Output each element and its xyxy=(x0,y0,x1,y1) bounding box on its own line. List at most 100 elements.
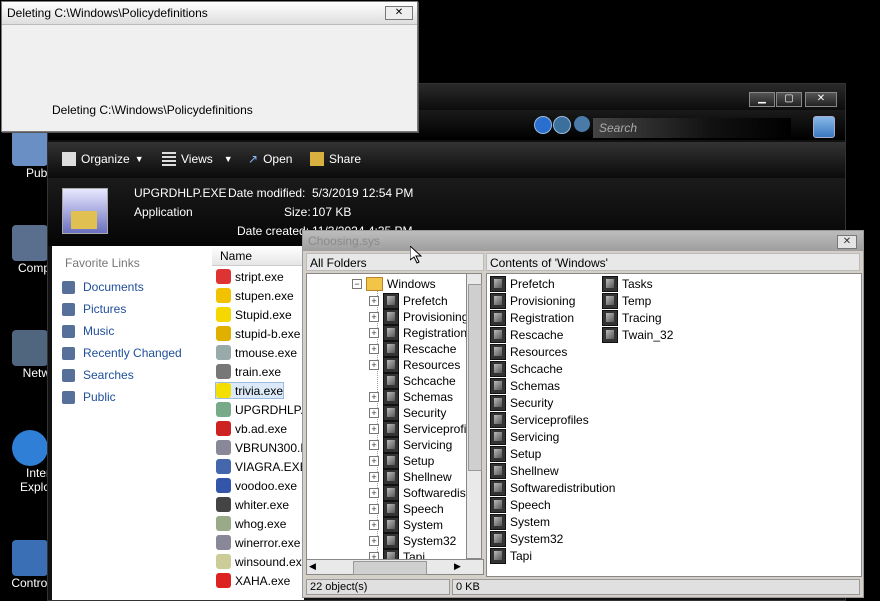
nav-item-music[interactable]: Music xyxy=(62,324,114,338)
file-row[interactable]: UPGRDHLP.EXE xyxy=(216,402,304,417)
tree-node[interactable]: + Resources xyxy=(369,357,460,373)
file-row[interactable]: VIAGRA.EXE xyxy=(216,459,304,474)
tree-node[interactable]: + Security xyxy=(369,405,446,421)
contents-item[interactable]: Rescache xyxy=(490,327,563,343)
expand-icon[interactable]: + xyxy=(369,472,379,482)
collapse-icon[interactable]: − xyxy=(352,279,362,289)
expand-icon[interactable]: + xyxy=(369,536,379,546)
expand-icon[interactable]: + xyxy=(369,456,379,466)
file-row[interactable]: XAHA.exe xyxy=(216,573,290,588)
expand-icon[interactable]: + xyxy=(369,328,379,338)
browser-titlebar[interactable]: Choosing.sys ✕ xyxy=(303,231,863,251)
contents-item[interactable]: Prefetch xyxy=(490,276,555,292)
desktop-icon-internet-explorer[interactable]: Inter Explo xyxy=(0,430,50,494)
tree-node[interactable]: + Registration xyxy=(369,325,467,341)
scroll-right-icon[interactable]: ▶ xyxy=(454,561,461,572)
expand-icon[interactable]: + xyxy=(369,424,379,434)
contents-item[interactable]: Twain_32 xyxy=(602,327,673,343)
contents-item[interactable]: Serviceprofiles xyxy=(490,412,589,428)
contents-list[interactable]: Prefetch Provisioning Registration Rescache… xyxy=(486,273,862,577)
tree-node[interactable]: + Schemas xyxy=(369,389,453,405)
share-button[interactable]: Share xyxy=(310,152,361,166)
file-row[interactable]: trivia.exe xyxy=(214,382,285,399)
contents-item[interactable]: Tasks xyxy=(602,276,653,292)
expand-icon[interactable]: + xyxy=(369,360,379,370)
contents-item[interactable]: System32 xyxy=(490,531,563,547)
nav-item-recently-changed[interactable]: Recently Changed xyxy=(62,346,182,360)
folder-tree[interactable]: − Windows + Prefetch + Provisioning + Registr… xyxy=(306,273,471,561)
tree-node[interactable]: + Shellnew xyxy=(369,469,452,485)
contents-item[interactable]: Provisioning xyxy=(490,293,575,309)
tree-node-windows[interactable]: − Windows xyxy=(352,277,436,291)
tree-node[interactable]: + Setup xyxy=(369,453,434,469)
views-button[interactable]: Views ▼ xyxy=(162,152,233,166)
file-row[interactable]: vb.ad.exe xyxy=(216,421,287,436)
file-row[interactable]: whog.exe xyxy=(216,516,286,531)
expand-icon[interactable]: + xyxy=(369,440,379,450)
organize-button[interactable]: Organize ▼ xyxy=(62,152,144,166)
close-icon[interactable]: ✕ xyxy=(385,6,413,20)
tree-node[interactable]: + Rescache xyxy=(369,341,456,357)
contents-item[interactable]: Registration xyxy=(490,310,574,326)
refresh-icon[interactable] xyxy=(534,116,552,134)
search-icon[interactable] xyxy=(813,116,835,138)
tree-node[interactable]: + Speech xyxy=(369,501,444,517)
expand-icon[interactable]: + xyxy=(369,488,379,498)
contents-item[interactable]: Servicing xyxy=(490,429,559,445)
desktop-icon-network[interactable]: Netw xyxy=(0,330,50,380)
nav-item-documents[interactable]: Documents xyxy=(62,280,144,294)
tree-vertical-scrollbar[interactable] xyxy=(466,273,482,559)
scroll-thumb[interactable] xyxy=(468,284,482,471)
expand-icon[interactable]: + xyxy=(369,408,379,418)
desktop-icon-control-panel[interactable]: Control xyxy=(0,540,50,590)
tree-node[interactable]: + Servicing xyxy=(369,437,452,453)
file-row[interactable]: stupen.exe xyxy=(216,288,294,303)
expand-icon[interactable]: + xyxy=(369,296,379,306)
scroll-left-icon[interactable]: ◀ xyxy=(309,561,316,572)
contents-item[interactable]: Softwaredistribution xyxy=(490,480,615,496)
nav-item-searches[interactable]: Searches xyxy=(62,368,134,382)
contents-item[interactable]: Tapi xyxy=(490,548,532,564)
maximize-button[interactable]: ▢ xyxy=(776,92,802,107)
desktop-icon-public[interactable]: Publ xyxy=(0,130,50,180)
contents-item[interactable]: System xyxy=(490,514,550,530)
file-row[interactable]: tmouse.exe xyxy=(216,345,297,360)
column-header-name[interactable]: Name xyxy=(212,246,304,266)
contents-item[interactable]: Schcache xyxy=(490,361,563,377)
tree-horizontal-scrollbar[interactable]: ◀ ▶ xyxy=(306,559,484,575)
desktop-icon-computer[interactable]: Comp xyxy=(0,225,50,275)
stop-icon[interactable] xyxy=(553,116,571,134)
contents-item[interactable]: Resources xyxy=(490,344,567,360)
minimize-button[interactable]: ▁ xyxy=(749,92,775,107)
close-button[interactable]: ✕ xyxy=(805,92,837,107)
close-icon[interactable]: ✕ xyxy=(837,235,857,249)
expand-icon[interactable]: + xyxy=(369,520,379,530)
contents-item[interactable]: Temp xyxy=(602,293,651,309)
expand-icon[interactable]: + xyxy=(369,312,379,322)
contents-item[interactable]: Shellnew xyxy=(490,463,559,479)
tree-node[interactable]: + Provisioning xyxy=(369,309,468,325)
file-row[interactable]: winerror.exe xyxy=(216,535,300,550)
dialog-titlebar[interactable]: Deleting C:\Windows\Policydefinitions ✕ xyxy=(2,2,417,25)
tree-node[interactable]: + System xyxy=(369,517,443,533)
expand-icon[interactable]: + xyxy=(369,344,379,354)
tree-node[interactable]: +Schcache xyxy=(369,373,456,389)
open-button[interactable]: ↗ Open xyxy=(248,152,292,166)
nav-item-public[interactable]: Public xyxy=(62,390,116,404)
file-row[interactable]: stript.exe xyxy=(216,269,284,284)
nav-item-pictures[interactable]: Pictures xyxy=(62,302,126,316)
tree-node[interactable]: + Serviceprofiles xyxy=(369,421,470,437)
contents-item[interactable]: Speech xyxy=(490,497,551,513)
contents-item[interactable]: Setup xyxy=(490,446,541,462)
file-row[interactable]: whiter.exe xyxy=(216,497,289,512)
file-row[interactable]: Stupid.exe xyxy=(216,307,292,322)
file-row[interactable]: train.exe xyxy=(216,364,281,379)
search-input[interactable]: Search xyxy=(593,118,791,138)
tree-node[interactable]: + Softwaredistribution xyxy=(369,485,470,501)
contents-item[interactable]: Tracing xyxy=(602,310,662,326)
expand-icon[interactable]: + xyxy=(369,504,379,514)
file-row[interactable]: stupid-b.exe xyxy=(216,326,300,341)
tree-node[interactable]: + System32 xyxy=(369,533,456,549)
file-row[interactable]: VBRUN300.EXE xyxy=(216,440,304,455)
contents-item[interactable]: Schemas xyxy=(490,378,560,394)
